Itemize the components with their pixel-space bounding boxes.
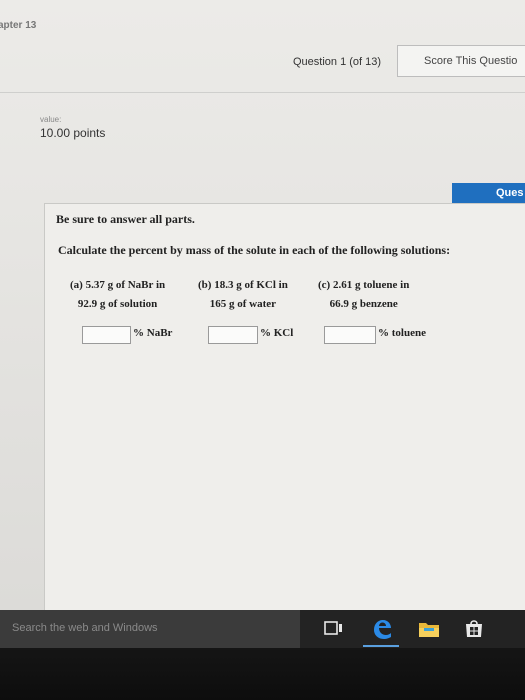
question-counter: Question 1 (of 13) [293, 56, 382, 68]
answer-input-nabr[interactable] [82, 326, 131, 344]
edge-browser-icon[interactable] [370, 617, 394, 641]
answer-input-toluene[interactable] [324, 326, 376, 344]
active-app-indicator [363, 645, 399, 647]
unit-label-toluene: % toluene [378, 327, 426, 339]
file-explorer-icon[interactable] [418, 619, 440, 639]
part-c-line1: (c) 2.61 g toluene in [318, 279, 410, 291]
answer-input-kcl[interactable] [208, 326, 258, 344]
part-c-description: (c) 2.61 g toluene in 66.9 g benzene [318, 276, 409, 314]
question-tab[interactable]: Ques [452, 183, 525, 203]
header-divider [0, 92, 525, 93]
taskbar-search-placeholder: Search the web and Windows [12, 622, 158, 634]
score-question-button[interactable]: Score This Questio [397, 45, 525, 77]
part-a-line2: 92.9 g of solution [77, 298, 158, 310]
points-value: 10.00 points [40, 126, 106, 140]
browser-viewport: apter 13 Question 1 (of 13) Score This Q… [0, 0, 525, 610]
question-panel [44, 203, 525, 610]
part-b-line1: (b) 18.3 g of KCl in [198, 279, 288, 291]
unit-label-kcl: % KCl [260, 327, 294, 339]
part-b-description: (b) 18.3 g of KCl in 165 g of water [198, 276, 288, 314]
instruction-text: Be sure to answer all parts. [56, 212, 195, 226]
unit-label-nabr: % NaBr [133, 327, 173, 339]
part-c-line2: 66.9 g benzene [329, 298, 398, 310]
value-label: value: [40, 115, 62, 124]
monitor-bezel [0, 648, 525, 700]
task-view-icon[interactable] [324, 620, 344, 636]
part-a-description: (a) 5.37 g of NaBr in 92.9 g of solution [70, 276, 165, 314]
part-b-line2: 165 g of water [209, 298, 277, 310]
store-icon[interactable] [463, 617, 485, 639]
question-prompt: Calculate the percent by mass of the sol… [58, 243, 451, 257]
part-a-line1: (a) 5.37 g of NaBr in [70, 279, 166, 291]
chapter-label: apter 13 [0, 20, 37, 31]
